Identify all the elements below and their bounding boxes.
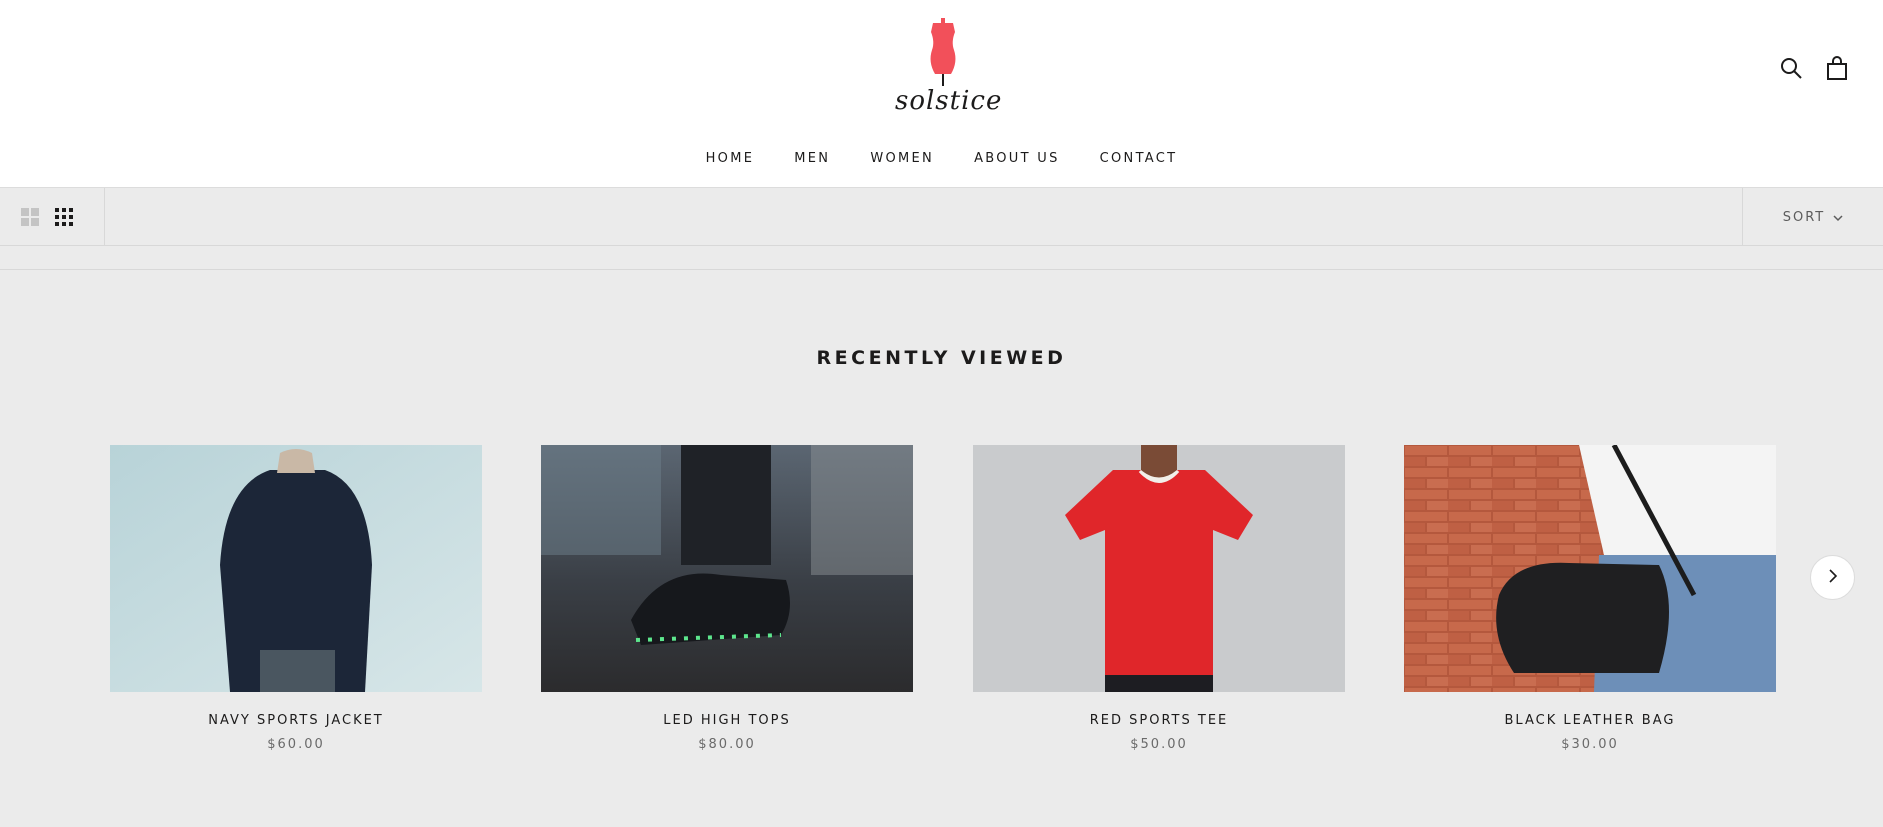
dress-form-icon (895, 18, 991, 86)
product-card[interactable]: BLACK LEATHER BAG $30.00 (1404, 445, 1776, 754)
nav-item-men[interactable]: MEN (794, 150, 830, 168)
product-name[interactable]: NAVY SPORTS JACKET (110, 712, 482, 730)
shopping-bag-icon[interactable] (1825, 56, 1849, 80)
nav-item-women[interactable]: WOMEN (870, 150, 934, 168)
brand-logo[interactable]: solstice (895, 18, 1003, 122)
chevron-right-icon (1826, 568, 1840, 587)
nav-item-about-us[interactable]: ABOUT US (974, 150, 1060, 168)
site-header: solstice HOME MEN WOMEN ABOUT US CONTACT (0, 0, 1883, 188)
product-price: $60.00 (267, 737, 325, 752)
main-nav: HOME MEN WOMEN ABOUT US CONTACT (0, 150, 1883, 168)
layout-switcher (0, 188, 105, 246)
product-image[interactable] (541, 445, 913, 692)
sort-button[interactable]: SORT (1742, 188, 1883, 246)
product-name[interactable]: RED SPORTS TEE (973, 712, 1345, 730)
grid-3-icon[interactable] (54, 207, 74, 227)
grid-2-icon[interactable] (20, 207, 40, 227)
product-card[interactable]: LED HIGH TOPS $80.00 (541, 445, 913, 754)
collection-toolbar: SORT (0, 188, 1883, 246)
recently-viewed-title: RECENTLY VIEWED (816, 347, 1067, 369)
product-price: $30.00 (1561, 737, 1619, 752)
product-image[interactable] (973, 445, 1345, 692)
search-icon[interactable] (1779, 56, 1803, 80)
product-image[interactable] (1404, 445, 1776, 692)
product-name[interactable]: BLACK LEATHER BAG (1404, 712, 1776, 730)
nav-item-contact[interactable]: CONTACT (1100, 150, 1178, 168)
product-card[interactable]: NAVY SPORTS JACKET $60.00 (110, 445, 482, 754)
product-price: $50.00 (1130, 737, 1188, 752)
nav-item-home[interactable]: HOME (706, 150, 755, 168)
chevron-down-icon (1833, 212, 1843, 222)
product-price: $80.00 (698, 737, 756, 752)
section-divider (0, 269, 1883, 270)
header-actions (1779, 56, 1849, 80)
product-card[interactable]: RED SPORTS TEE $50.00 (973, 445, 1345, 754)
sort-label: SORT (1782, 209, 1826, 225)
product-image[interactable] (110, 445, 482, 692)
brand-name: solstice (895, 86, 1003, 116)
carousel-next-button[interactable] (1810, 555, 1855, 600)
product-name[interactable]: LED HIGH TOPS (541, 712, 913, 730)
